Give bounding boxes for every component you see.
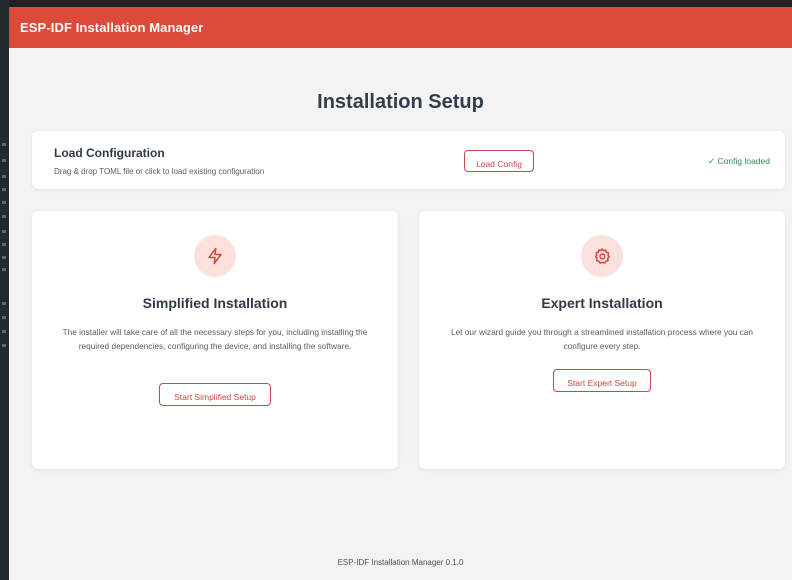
expert-installation-title: Expert Installation bbox=[541, 295, 663, 311]
load-configuration-card[interactable]: Load Configuration Drag & drop TOML file… bbox=[32, 131, 785, 189]
page-title: Installation Setup bbox=[317, 91, 484, 113]
start-simplified-setup-button[interactable]: Start Simplified Setup bbox=[159, 383, 271, 406]
lightning-icon bbox=[208, 247, 222, 265]
background-desktop bbox=[0, 0, 9, 580]
start-expert-setup-button[interactable]: Start Expert Setup bbox=[553, 369, 651, 392]
app-title: ESP-IDF Installation Manager bbox=[20, 20, 204, 35]
simplified-installation-description: The installer will take care of all the … bbox=[62, 327, 368, 351]
config-loaded-status: ✓ Config loaded bbox=[708, 156, 770, 166]
expert-installation-description: Let our wizard guide you through a strea… bbox=[450, 327, 754, 351]
expert-icon-badge bbox=[581, 235, 623, 277]
gear-icon bbox=[594, 248, 610, 264]
simplified-installation-title: Simplified Installation bbox=[142, 295, 288, 311]
app-window: ESP-IDF Installation Manager Installatio… bbox=[9, 7, 792, 580]
expert-installation-card[interactable]: Expert Installation Let our wizard guide… bbox=[419, 211, 785, 469]
simplified-installation-card[interactable]: Simplified Installation The installer wi… bbox=[32, 211, 398, 469]
footer-version: ESP-IDF Installation Manager 0.1.0 bbox=[337, 558, 464, 567]
title-bar: ESP-IDF Installation Manager bbox=[9, 7, 792, 48]
simplified-icon-badge bbox=[194, 235, 236, 277]
load-config-button[interactable]: Load Config bbox=[464, 150, 534, 172]
load-configuration-description: Drag & drop TOML file or click to load e… bbox=[54, 167, 265, 176]
load-configuration-title: Load Configuration bbox=[54, 146, 165, 160]
